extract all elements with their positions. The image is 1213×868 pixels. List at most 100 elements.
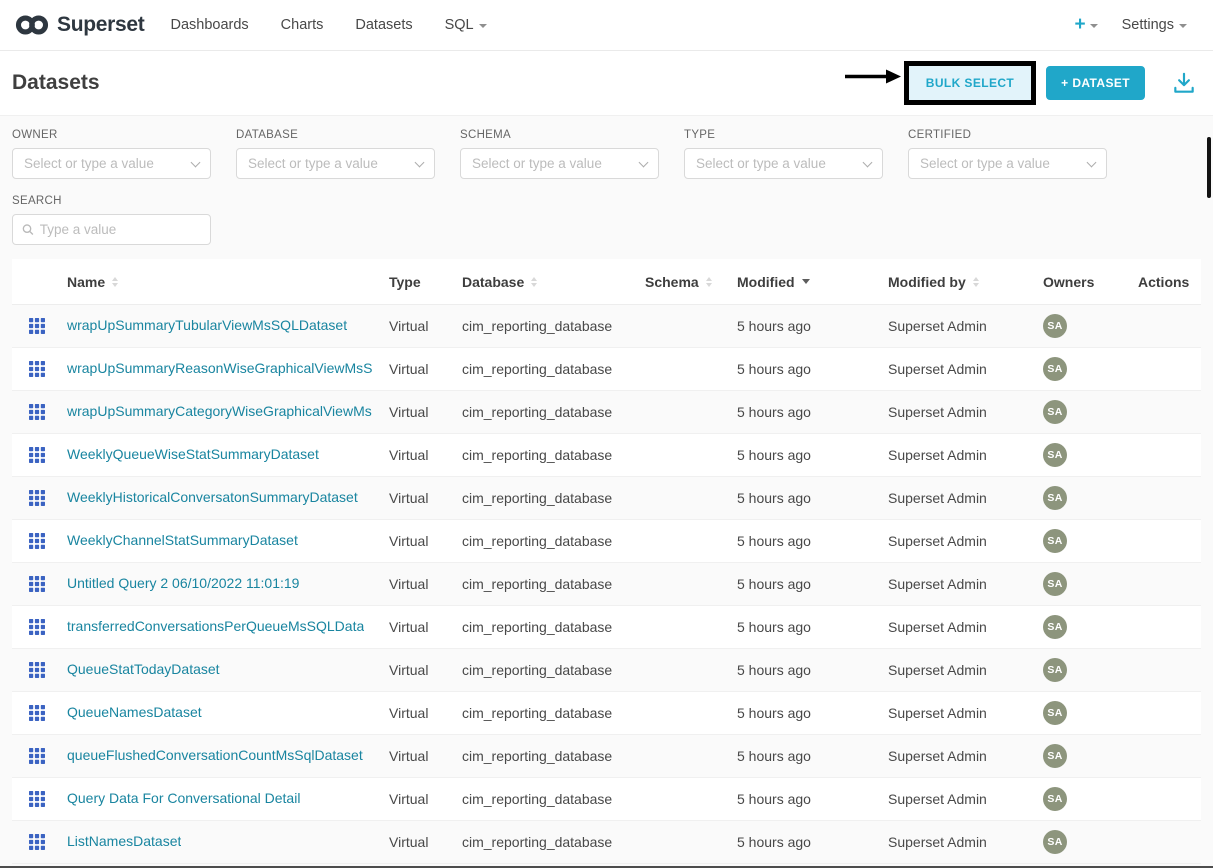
dataset-type: Virtual (389, 834, 462, 850)
filter-label: TYPE (684, 129, 883, 141)
dataset-table-icon (29, 404, 45, 420)
owner-avatar[interactable]: SA (1043, 529, 1067, 553)
dataset-table-icon (29, 533, 45, 549)
dataset-modified: 5 hours ago (737, 705, 888, 721)
nav-links: Dashboards Charts Datasets SQL (170, 17, 486, 33)
column-header-actions: Actions (1138, 274, 1201, 290)
owner-avatar[interactable]: SA (1043, 658, 1067, 682)
dataset-name-link[interactable]: wrapUpSummaryCategoryWiseGraphicalViewMs (67, 403, 372, 419)
table-row: queueFlushedConversationCountMsSqlDatase… (12, 735, 1201, 778)
table-row: transferredConversationsPerQueueMsSQLDat… (12, 606, 1201, 649)
chevron-down-icon (639, 157, 649, 167)
dataset-icon-cell (12, 318, 67, 334)
dataset-name-cell: WeeklyChannelStatSummaryDataset (67, 532, 389, 551)
owner-avatar[interactable]: SA (1043, 400, 1067, 424)
column-header-modified-by[interactable]: Modified by (888, 274, 1040, 290)
owner-avatar[interactable]: SA (1043, 357, 1067, 381)
dataset-modified: 5 hours ago (737, 662, 888, 678)
search-input[interactable] (40, 222, 201, 237)
page-title: Datasets (12, 71, 100, 95)
dataset-icon-cell (12, 533, 67, 549)
filter-select[interactable]: Select or type a value (460, 148, 659, 179)
filter-select[interactable]: Select or type a value (908, 148, 1107, 179)
dataset-name-cell: QueueStatTodayDataset (67, 661, 389, 680)
column-label: Modified by (888, 274, 966, 290)
add-dataset-button[interactable]: + DATASET (1046, 66, 1145, 100)
owner-avatar[interactable]: SA (1043, 744, 1067, 768)
dataset-table-icon (29, 748, 45, 764)
column-header-name[interactable]: Name (67, 274, 389, 290)
dataset-name-link[interactable]: transferredConversationsPerQueueMsSQLDat… (67, 618, 364, 634)
new-item-button[interactable]: + (1074, 14, 1097, 36)
dataset-modified: 5 hours ago (737, 447, 888, 463)
superset-logo[interactable]: Superset (14, 13, 144, 37)
dataset-modified-by: Superset Admin (888, 361, 1040, 377)
filter-field: SCHEMA Select or type a value (460, 129, 659, 179)
dataset-name-link[interactable]: queueFlushedConversationCountMsSqlDatase… (67, 747, 363, 763)
dataset-name-link[interactable]: wrapUpSummaryTubularViewMsSQLDataset (67, 317, 347, 333)
dataset-name-link[interactable]: QueueStatTodayDataset (67, 661, 220, 677)
bulk-select-button[interactable]: BULK SELECT (909, 66, 1031, 100)
filter-select[interactable]: Select or type a value (12, 148, 211, 179)
scrollbar-thumb[interactable] (1207, 137, 1211, 198)
dataset-table-icon (29, 447, 45, 463)
owner-avatar[interactable]: SA (1043, 787, 1067, 811)
dataset-table-icon (29, 705, 45, 721)
table-row: WeeklyQueueWiseStatSummaryDataset Virtua… (12, 434, 1201, 477)
dataset-modified-by: Superset Admin (888, 662, 1040, 678)
search-label: SEARCH (12, 195, 211, 207)
settings-menu[interactable]: Settings (1122, 17, 1187, 33)
owner-avatar[interactable]: SA (1043, 443, 1067, 467)
dataset-name-cell: wrapUpSummaryTubularViewMsSQLDataset (67, 317, 389, 336)
owner-avatar[interactable]: SA (1043, 486, 1067, 510)
dataset-name-link[interactable]: WeeklyQueueWiseStatSummaryDataset (67, 446, 319, 462)
dataset-database: cim_reporting_database (462, 576, 645, 592)
select-placeholder: Select or type a value (24, 156, 154, 171)
dataset-name-link[interactable]: Untitled Query 2 06/10/2022 11:01:19 (67, 575, 299, 591)
filter-select[interactable]: Select or type a value (236, 148, 435, 179)
dataset-table-icon (29, 490, 45, 506)
sort-icon (706, 277, 712, 287)
dataset-type: Virtual (389, 705, 462, 721)
filter-select[interactable]: Select or type a value (684, 148, 883, 179)
column-label: Modified (737, 274, 795, 290)
dataset-name-link[interactable]: WeeklyHistoricalConversatonSummaryDatase… (67, 489, 358, 505)
table-row: QueueNamesDataset Virtual cim_reporting_… (12, 692, 1201, 735)
owner-avatar[interactable]: SA (1043, 572, 1067, 596)
column-header-modified[interactable]: Modified (737, 274, 888, 290)
dataset-modified: 5 hours ago (737, 619, 888, 635)
nav-sql[interactable]: SQL (445, 17, 487, 33)
dataset-name-link[interactable]: WeeklyChannelStatSummaryDataset (67, 532, 298, 548)
owner-avatar[interactable]: SA (1043, 830, 1067, 854)
export-datasets-button[interactable] (1171, 70, 1197, 96)
filter-label: OWNER (12, 129, 211, 141)
owner-avatar[interactable]: SA (1043, 314, 1067, 338)
column-header-database[interactable]: Database (462, 274, 645, 290)
select-placeholder: Select or type a value (248, 156, 378, 171)
owner-avatar[interactable]: SA (1043, 615, 1067, 639)
dataset-table-icon (29, 318, 45, 334)
dataset-name-link[interactable]: ListNamesDataset (67, 833, 181, 849)
filter-bar: OWNER Select or type a value DATABASE Se… (0, 116, 1213, 245)
dataset-modified: 5 hours ago (737, 318, 888, 334)
dataset-name-link[interactable]: wrapUpSummaryReasonWiseGraphicalViewMsS (67, 360, 373, 376)
dataset-database: cim_reporting_database (462, 533, 645, 549)
dataset-table-icon (29, 662, 45, 678)
nav-dashboards[interactable]: Dashboards (170, 17, 248, 33)
dataset-icon-cell (12, 834, 67, 850)
nav-charts[interactable]: Charts (281, 17, 324, 33)
dataset-name-link[interactable]: QueueNamesDataset (67, 704, 202, 720)
dataset-icon-cell (12, 447, 67, 463)
dataset-table-icon (29, 576, 45, 592)
dataset-modified-by: Superset Admin (888, 447, 1040, 463)
select-placeholder: Select or type a value (472, 156, 602, 171)
column-header-schema[interactable]: Schema (645, 274, 737, 290)
nav-datasets[interactable]: Datasets (355, 17, 412, 33)
table-row: WeeklyHistoricalConversatonSummaryDatase… (12, 477, 1201, 520)
dataset-name-link[interactable]: Query Data For Conversational Detail (67, 790, 300, 806)
dataset-database: cim_reporting_database (462, 404, 645, 420)
select-placeholder: Select or type a value (696, 156, 826, 171)
owner-avatar[interactable]: SA (1043, 701, 1067, 725)
table-row: wrapUpSummaryCategoryWiseGraphicalViewMs… (12, 391, 1201, 434)
select-placeholder: Select or type a value (920, 156, 1050, 171)
